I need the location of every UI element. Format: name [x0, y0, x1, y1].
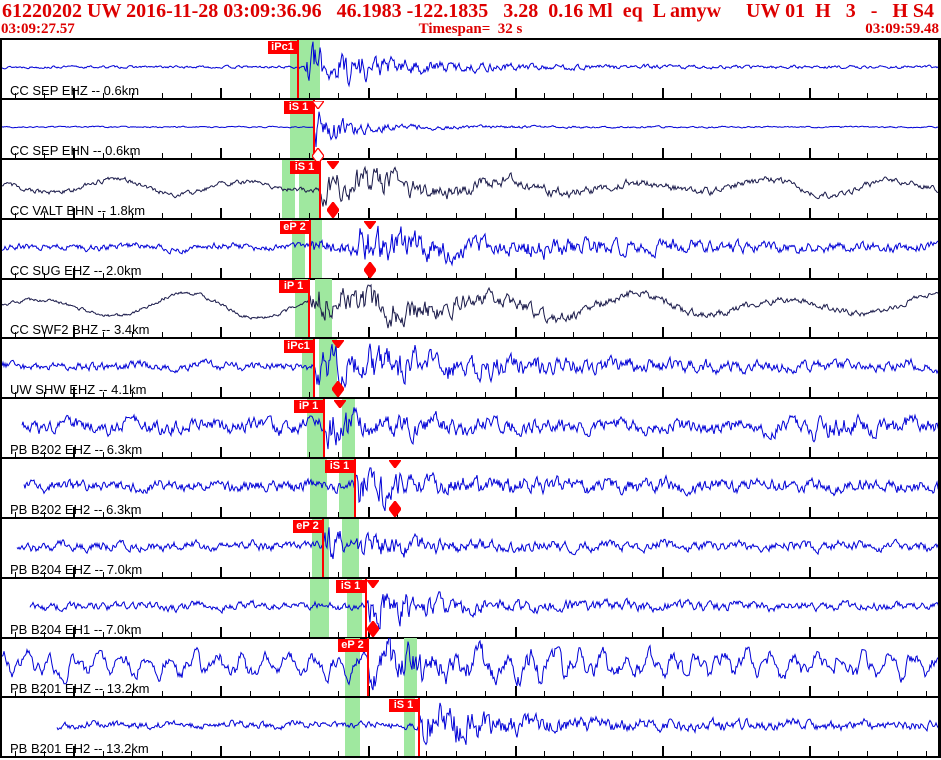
phase-pick-label[interactable]: eP 2 — [338, 639, 367, 652]
trace-panel[interactable]: eP 2 CC SUG EHZ -- 2.0km — [2, 220, 938, 280]
channel-label: PB B204 EH1 -- 7.0km — [10, 622, 142, 637]
predicted-arrival-diamond-icon — [389, 501, 401, 517]
phase-pick-line[interactable] — [319, 160, 321, 218]
seismogram-viewer-window: 61220202 UW 2016-11-28 03:09:36.96 46.19… — [0, 0, 941, 760]
phase-pick-label[interactable]: iPc1 — [268, 41, 297, 54]
phase-pick-line[interactable] — [297, 40, 299, 98]
phase-pick-label[interactable]: iS 1 — [290, 161, 319, 174]
channel-label: PB B204 EHZ -- 7.0km — [10, 562, 143, 577]
phase-pick-line[interactable] — [309, 220, 311, 278]
predicted-arrival-triangle-icon — [327, 161, 339, 169]
predicted-arrival-diamond-icon — [332, 381, 344, 397]
phase-pick-label[interactable]: eP 2 — [280, 221, 309, 234]
phase-pick-label[interactable]: eP 2 — [293, 520, 322, 533]
waveform-trace — [21, 406, 938, 450]
phase-pick-line[interactable] — [354, 459, 356, 517]
trace-panel[interactable]: iS 1 PB B204 EH1 -- 7.0km — [2, 579, 938, 639]
channel-label: CC SWF2 BHZ -- 3.4km — [10, 322, 150, 337]
channel-label: UW SHW EHZ -- 4.1km — [10, 382, 147, 397]
trace-panel[interactable]: iP 1 PB B202 EHZ -- 6.3km — [2, 399, 938, 459]
waveform-trace — [29, 591, 938, 630]
waveform-trace — [2, 111, 938, 148]
phase-pick-line[interactable] — [418, 698, 420, 756]
waveform-trace — [2, 41, 938, 88]
predicted-arrival-triangle-icon — [334, 400, 346, 408]
phase-pick-line[interactable] — [322, 519, 324, 577]
trace-panel[interactable]: eP 2 PB B201 EHZ -- 13.2km — [2, 638, 938, 698]
predicted-arrival-diamond-icon — [327, 202, 339, 218]
channel-label: PB B202 EH2 -- 6.3km — [10, 502, 142, 517]
phase-pick-line[interactable] — [323, 399, 325, 457]
channel-label: CC SUG EHZ -- 2.0km — [10, 263, 142, 278]
trace-panel[interactable]: iS 1 CC VALT BHN -- 1.8km — [2, 160, 938, 220]
waveform-trace — [2, 225, 938, 267]
channel-label: CC SEP EHN -- 0.6km — [10, 143, 141, 158]
trace-panel[interactable]: iS 1 PB B202 EH2 -- 6.3km — [2, 459, 938, 519]
predicted-arrival-triangle-icon — [364, 221, 376, 229]
channel-label: CC VALT BHN -- 1.8km — [10, 203, 146, 218]
event-summary-header: 61220202 UW 2016-11-28 03:09:36.96 46.19… — [2, 0, 941, 22]
predicted-arrival-diamond-icon — [367, 621, 379, 637]
channel-label: CC SEP EHZ -- 0.6km — [10, 83, 140, 98]
predicted-arrival-diamond-icon — [364, 262, 376, 278]
phase-pick-label[interactable]: iS 1 — [336, 580, 365, 593]
phase-pick-label[interactable]: iS 1 — [325, 460, 354, 473]
trace-panel[interactable]: iP 1 CC SWF2 BHZ -- 3.4km — [2, 279, 938, 339]
trace-plot-area: iPc1 CC SEP EHZ -- 0.6km iS 1 CC SEP EHN --… — [0, 38, 941, 758]
phase-pick-line[interactable] — [313, 339, 315, 397]
trace-panel[interactable]: iS 1 PB B201 EH2 -- 13.2km — [2, 698, 938, 758]
channel-label: PB B201 EHZ -- 13.2km — [10, 681, 150, 696]
predicted-arrival-triangle-icon — [389, 460, 401, 468]
channel-label: PB B202 EHZ -- 6.3km — [10, 442, 143, 457]
predicted-arrival-triangle-icon — [312, 101, 324, 109]
trace-panel[interactable]: iPc1 UW SHW EHZ -- 4.1km — [2, 339, 938, 399]
phase-pick-label[interactable]: iP 1 — [294, 400, 323, 413]
timespan-label: Timespan= 32 s — [418, 21, 523, 37]
phase-pick-label[interactable]: iS 1 — [389, 699, 418, 712]
phase-pick-label[interactable]: iPc1 — [284, 340, 313, 353]
trace-panel[interactable]: iPc1 CC SEP EHZ -- 0.6km — [2, 40, 938, 100]
predicted-arrival-triangle-icon — [367, 580, 379, 588]
waveform-trace — [23, 467, 938, 512]
phase-pick-line[interactable] — [308, 279, 310, 337]
channel-label: PB B201 EH2 -- 13.2km — [10, 741, 149, 756]
phase-pick-line[interactable] — [367, 638, 369, 696]
phase-pick-label[interactable]: iS 1 — [284, 101, 313, 114]
waveform-trace — [16, 527, 938, 560]
trace-panel[interactable]: iS 1 CC SEP EHN -- 0.6km — [2, 100, 938, 164]
phase-pick-label[interactable]: iP 1 — [279, 280, 308, 293]
trace-panel[interactable]: eP 2 PB B204 EHZ -- 7.0km — [2, 519, 938, 579]
window-end-time: 03:09:59.48 — [865, 21, 939, 37]
predicted-arrival-triangle-icon — [332, 340, 344, 348]
